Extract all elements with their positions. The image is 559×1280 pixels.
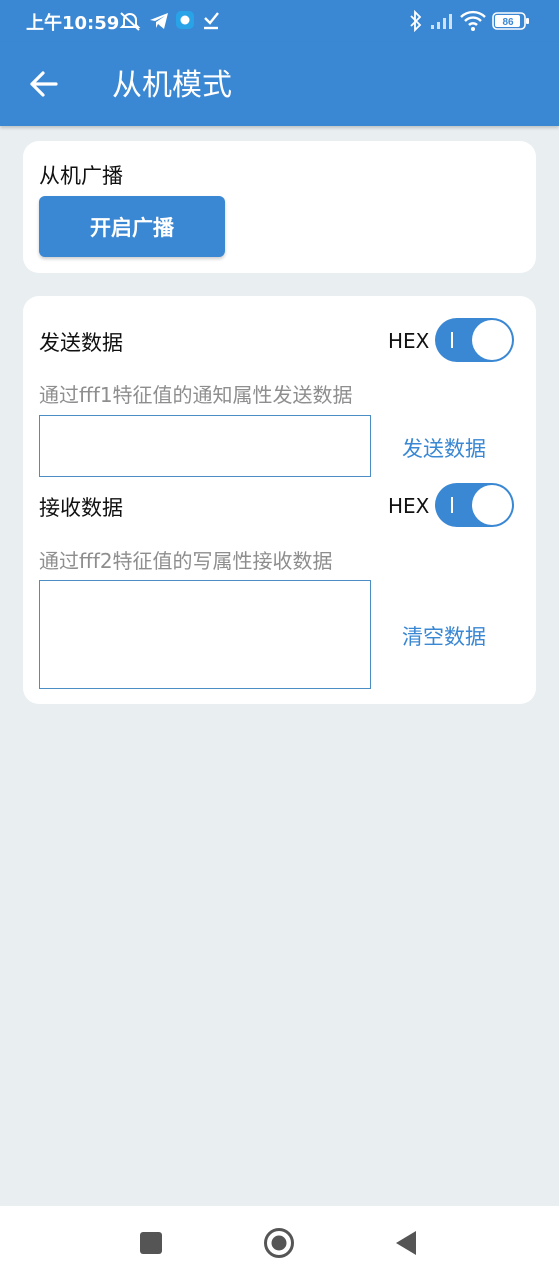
wifi-icon (460, 10, 486, 36)
receive-hex-label: HEX (388, 494, 430, 518)
broadcast-card: 从机广播 开启广播 (23, 141, 536, 273)
toggle-on-mark (451, 497, 453, 513)
status-bar: 上午10:59 86 (0, 0, 559, 42)
back-arrow-icon[interactable] (26, 66, 62, 102)
page-title: 从机模式 (112, 68, 232, 103)
send-hex-toggle[interactable] (435, 318, 514, 362)
back-icon[interactable] (394, 1230, 418, 1260)
receive-data-title: 接收数据 (39, 496, 123, 520)
recent-apps-icon[interactable] (140, 1232, 162, 1258)
send-data-input[interactable] (39, 415, 371, 477)
app-bar: 从机模式 (0, 42, 559, 126)
signal-icon (430, 12, 456, 34)
receive-data-output[interactable] (39, 580, 371, 689)
send-data-button[interactable]: 发送数据 (402, 433, 486, 463)
battery-level: 86 (502, 17, 514, 28)
app-notification-icon (175, 10, 195, 34)
bluetooth-icon (408, 9, 424, 36)
battery-icon: 86 (492, 11, 530, 35)
receive-hex-toggle[interactable] (435, 483, 514, 527)
receive-hint: 通过fff2特征值的写属性接收数据 (39, 549, 333, 573)
home-icon[interactable] (263, 1227, 295, 1263)
toggle-on-mark (451, 332, 453, 348)
start-broadcast-button[interactable]: 开启广播 (39, 196, 225, 257)
broadcast-title: 从机广播 (39, 164, 123, 188)
send-data-title: 发送数据 (39, 331, 123, 355)
send-hint: 通过fff1特征值的通知属性发送数据 (39, 383, 353, 407)
data-card: 发送数据 HEX 通过fff1特征值的通知属性发送数据 发送数据 接收数据 HE… (23, 296, 536, 704)
send-hex-label: HEX (388, 329, 430, 353)
status-time: 上午10:59 (26, 13, 120, 34)
do-not-disturb-icon (118, 10, 142, 36)
navigation-bar (0, 1206, 559, 1280)
telegram-icon (148, 10, 170, 36)
download-done-icon (202, 10, 220, 34)
toggle-knob (472, 320, 512, 360)
clear-data-button[interactable]: 清空数据 (402, 621, 486, 651)
toggle-knob (472, 485, 512, 525)
